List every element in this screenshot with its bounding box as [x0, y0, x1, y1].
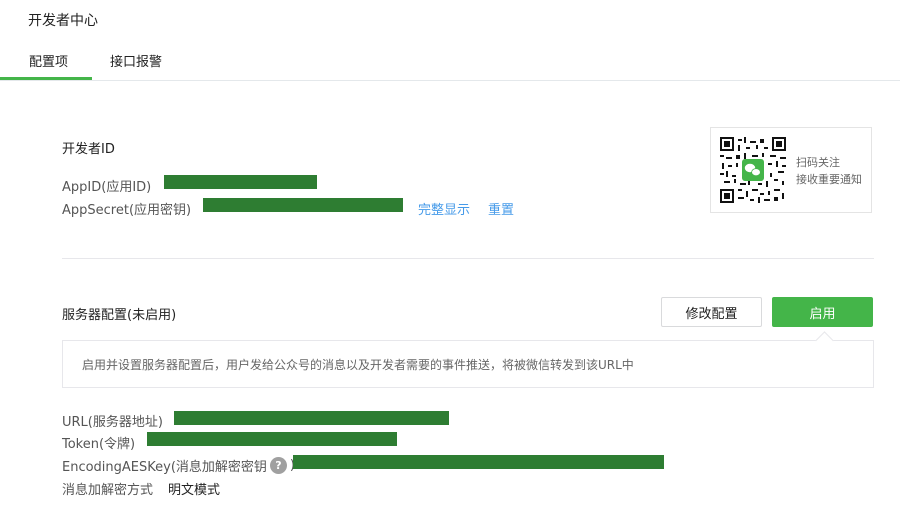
appsecret-value	[203, 198, 403, 212]
qr-text-line2: 接收重要通知	[796, 173, 862, 186]
enable-button[interactable]: 启用	[772, 297, 873, 327]
server-config-notice: 启用并设置服务器配置后，用户发给公众号的消息以及开发者需要的事件推送，将被微信转…	[62, 331, 874, 388]
qr-text-line1: 扫码关注	[796, 156, 840, 169]
url-value	[174, 411, 449, 425]
tab-api-alarm[interactable]: 接口报警	[110, 51, 162, 70]
developer-id-heading: 开发者ID	[62, 142, 115, 157]
encrypt-mode-value: 明文模式	[168, 483, 221, 498]
server-config-heading: 服务器配置(未启用)	[62, 308, 177, 323]
tab-config[interactable]: 配置项	[29, 51, 68, 70]
page-title: 开发者中心	[28, 13, 98, 29]
reset-link[interactable]: 重置	[488, 199, 514, 218]
aeskey-value	[293, 455, 664, 469]
aeskey-label: EncodingAESKey(消息加解密密钥	[62, 460, 267, 475]
url-label: URL(服务器地址)	[62, 415, 163, 430]
token-value	[147, 432, 397, 446]
notice-pointer	[815, 331, 834, 350]
appid-label: AppID(应用ID)	[62, 180, 152, 195]
appid-value	[164, 175, 317, 189]
token-label: Token(令牌)	[62, 437, 136, 452]
notice-text: 启用并设置服务器配置后，用户发给公众号的消息以及开发者需要的事件推送，将被微信转…	[82, 358, 634, 372]
aeskey-label-group: EncodingAESKey(消息加解密密钥 ? )	[62, 456, 295, 475]
show-full-link[interactable]: 完整显示	[418, 199, 470, 218]
active-tab-indicator	[0, 77, 92, 80]
tabs-divider	[0, 80, 900, 81]
appsecret-label: AppSecret(应用密钥)	[62, 203, 192, 218]
encrypt-mode-label: 消息加解密方式	[62, 483, 154, 498]
qr-notice-box: 扫码关注 接收重要通知	[710, 127, 872, 213]
qr-code-icon	[720, 137, 786, 203]
help-icon[interactable]: ?	[269, 457, 287, 474]
modify-config-button[interactable]: 修改配置	[661, 297, 762, 327]
section-divider	[62, 258, 874, 259]
